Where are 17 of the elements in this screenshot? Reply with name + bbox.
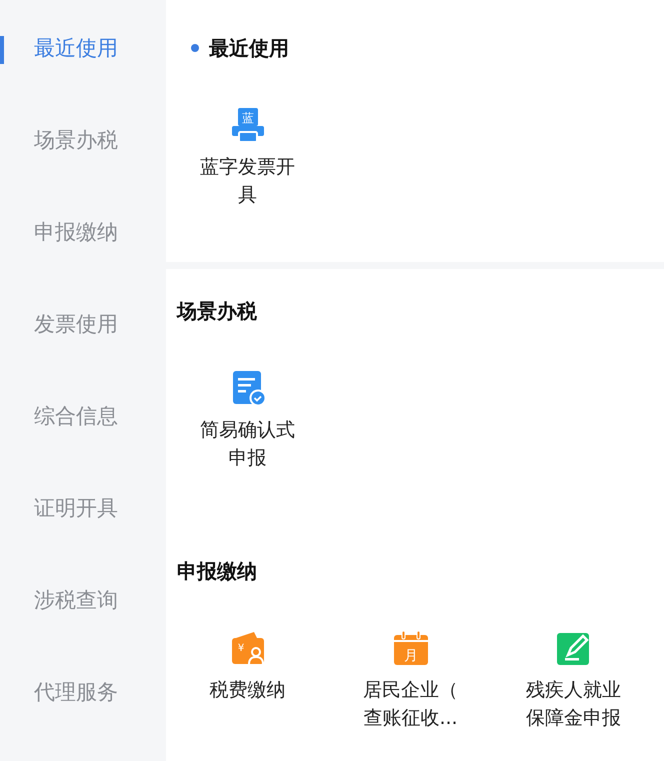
- section-title: 最近使用: [209, 34, 289, 62]
- sidebar-item[interactable]: 申报缴纳: [0, 186, 166, 278]
- service-label[interactable]: 税费缴纳: [194, 676, 302, 704]
- sidebar-item[interactable]: 综合信息: [0, 370, 166, 462]
- sidebar-item[interactable]: 最近使用: [0, 2, 166, 94]
- sidebar-item[interactable]: 发票使用: [0, 278, 166, 370]
- service-label[interactable]: 蓝字发票开具: [194, 153, 302, 209]
- section-title: 场景办税: [177, 298, 257, 324]
- sidebar-item[interactable]: 涉税查询: [0, 554, 166, 646]
- service-label[interactable]: 残疾人就业保障金申报: [520, 676, 628, 732]
- bullet-dot: [191, 44, 199, 52]
- service-label[interactable]: 居民企业（查账征收...: [356, 676, 464, 732]
- service-label[interactable]: 简易确认式申报: [194, 416, 302, 472]
- sidebar-item[interactable]: 场景办税: [0, 94, 166, 186]
- section-title: 申报缴纳: [177, 558, 257, 584]
- sidebar-item[interactable]: 证明开具: [0, 462, 166, 554]
- sidebar-item[interactable]: 代理服务: [0, 646, 166, 738]
